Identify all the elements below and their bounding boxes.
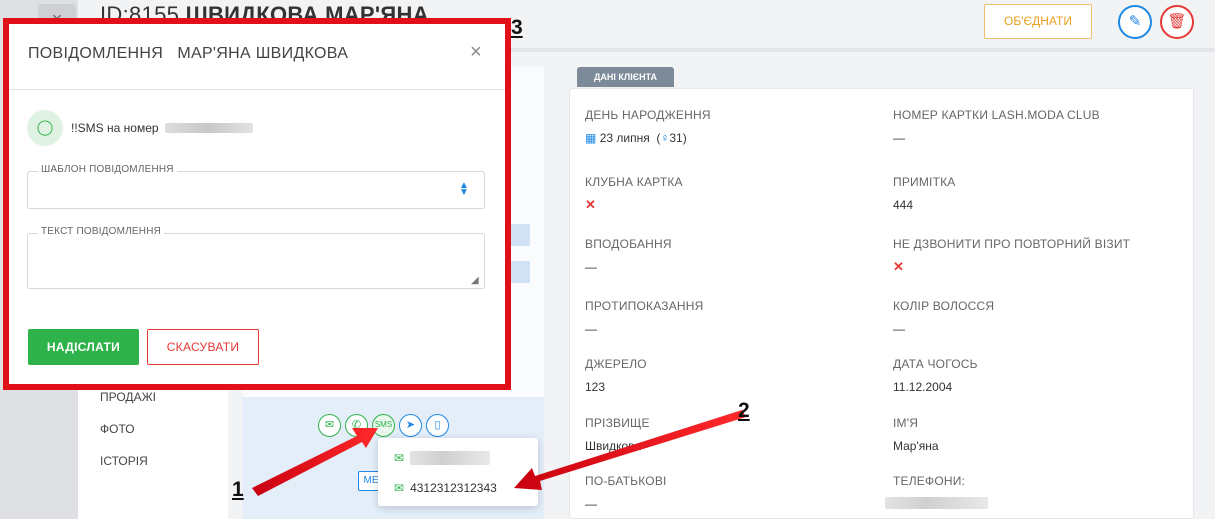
callout-2: 2 xyxy=(738,399,750,422)
annotation-arrows xyxy=(252,410,746,496)
arrow-2 xyxy=(514,410,746,490)
callout-3: 3 xyxy=(511,16,523,39)
callout-1: 1 xyxy=(232,478,244,501)
arrow-1 xyxy=(252,428,378,496)
